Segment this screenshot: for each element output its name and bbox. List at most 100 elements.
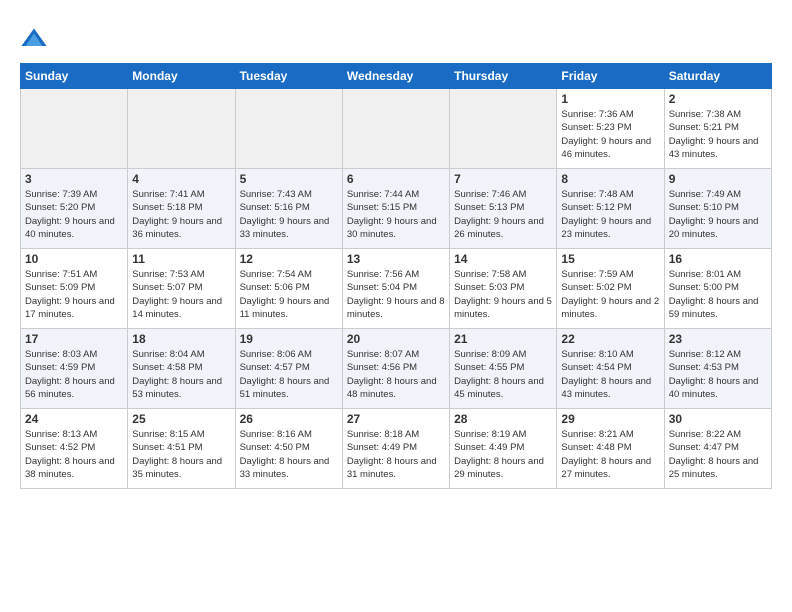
weekday-header-monday: Monday <box>128 64 235 89</box>
day-info: Sunrise: 7:59 AM Sunset: 5:02 PM Dayligh… <box>561 268 659 321</box>
calendar-cell: 22 Sunrise: 8:10 AM Sunset: 4:54 PM Dayli… <box>557 329 664 409</box>
day-info: Sunrise: 8:18 AM Sunset: 4:49 PM Dayligh… <box>347 428 445 481</box>
day-number: 8 <box>561 172 659 186</box>
calendar-week-2: 3 Sunrise: 7:39 AM Sunset: 5:20 PM Daylig… <box>21 169 772 249</box>
calendar-cell: 3 Sunrise: 7:39 AM Sunset: 5:20 PM Daylig… <box>21 169 128 249</box>
calendar-week-4: 17 Sunrise: 8:03 AM Sunset: 4:59 PM Dayli… <box>21 329 772 409</box>
day-number: 29 <box>561 412 659 426</box>
day-info: Sunrise: 8:15 AM Sunset: 4:51 PM Dayligh… <box>132 428 230 481</box>
calendar-cell: 5 Sunrise: 7:43 AM Sunset: 5:16 PM Daylig… <box>235 169 342 249</box>
day-number: 1 <box>561 92 659 106</box>
calendar-cell: 27 Sunrise: 8:18 AM Sunset: 4:49 PM Dayli… <box>342 409 449 489</box>
day-number: 2 <box>669 92 767 106</box>
day-info: Sunrise: 7:39 AM Sunset: 5:20 PM Dayligh… <box>25 188 123 241</box>
day-info: Sunrise: 7:43 AM Sunset: 5:16 PM Dayligh… <box>240 188 338 241</box>
calendar-cell: 25 Sunrise: 8:15 AM Sunset: 4:51 PM Dayli… <box>128 409 235 489</box>
day-number: 3 <box>25 172 123 186</box>
day-number: 9 <box>669 172 767 186</box>
weekday-header-tuesday: Tuesday <box>235 64 342 89</box>
weekday-header-thursday: Thursday <box>450 64 557 89</box>
day-info: Sunrise: 7:58 AM Sunset: 5:03 PM Dayligh… <box>454 268 552 321</box>
day-info: Sunrise: 8:10 AM Sunset: 4:54 PM Dayligh… <box>561 348 659 401</box>
calendar-cell: 12Sunrise: 7:54 AM Sunset: 5:06 PM Dayli… <box>235 249 342 329</box>
calendar-cell: 16 Sunrise: 8:01 AM Sunset: 5:00 PM Dayli… <box>664 249 771 329</box>
day-info: Sunrise: 8:19 AM Sunset: 4:49 PM Dayligh… <box>454 428 552 481</box>
day-number: 4 <box>132 172 230 186</box>
day-info: Sunrise: 7:54 AM Sunset: 5:06 PM Dayligh… <box>240 268 338 321</box>
day-number: 11 <box>132 252 230 266</box>
day-number: 27 <box>347 412 445 426</box>
day-number: 13 <box>347 252 445 266</box>
page-header <box>20 20 772 53</box>
logo-icon <box>20 25 48 53</box>
day-number: 18 <box>132 332 230 346</box>
calendar-week-1: 1 Sunrise: 7:36 AM Sunset: 5:23 PM Daylig… <box>21 89 772 169</box>
day-number: 22 <box>561 332 659 346</box>
calendar-cell <box>235 89 342 169</box>
day-number: 21 <box>454 332 552 346</box>
day-number: 26 <box>240 412 338 426</box>
day-info: Sunrise: 7:38 AM Sunset: 5:21 PM Dayligh… <box>669 108 767 161</box>
day-info: Sunrise: 7:51 AM Sunset: 5:09 PM Dayligh… <box>25 268 123 321</box>
day-number: 19 <box>240 332 338 346</box>
calendar-table: SundayMondayTuesdayWednesdayThursdayFrid… <box>20 63 772 489</box>
day-number: 7 <box>454 172 552 186</box>
day-number: 17 <box>25 332 123 346</box>
calendar-cell: 24 Sunrise: 8:13 AM Sunset: 4:52 PM Dayli… <box>21 409 128 489</box>
calendar-cell: 9 Sunrise: 7:49 AM Sunset: 5:10 PM Daylig… <box>664 169 771 249</box>
calendar-cell <box>21 89 128 169</box>
day-info: Sunrise: 7:48 AM Sunset: 5:12 PM Dayligh… <box>561 188 659 241</box>
day-info: Sunrise: 7:36 AM Sunset: 5:23 PM Dayligh… <box>561 108 659 161</box>
calendar-cell <box>450 89 557 169</box>
logo <box>20 25 52 53</box>
day-number: 28 <box>454 412 552 426</box>
day-info: Sunrise: 7:44 AM Sunset: 5:15 PM Dayligh… <box>347 188 445 241</box>
day-info: Sunrise: 8:01 AM Sunset: 5:00 PM Dayligh… <box>669 268 767 321</box>
day-number: 30 <box>669 412 767 426</box>
calendar-cell: 15 Sunrise: 7:59 AM Sunset: 5:02 PM Dayli… <box>557 249 664 329</box>
day-info: Sunrise: 8:07 AM Sunset: 4:56 PM Dayligh… <box>347 348 445 401</box>
calendar-cell: 18 Sunrise: 8:04 AM Sunset: 4:58 PM Dayli… <box>128 329 235 409</box>
weekday-header-row: SundayMondayTuesdayWednesdayThursdayFrid… <box>21 64 772 89</box>
weekday-header-saturday: Saturday <box>664 64 771 89</box>
day-info: Sunrise: 8:04 AM Sunset: 4:58 PM Dayligh… <box>132 348 230 401</box>
calendar-cell: 8 Sunrise: 7:48 AM Sunset: 5:12 PM Daylig… <box>557 169 664 249</box>
calendar-cell: 7 Sunrise: 7:46 AM Sunset: 5:13 PM Daylig… <box>450 169 557 249</box>
calendar-cell: 30 Sunrise: 8:22 AM Sunset: 4:47 PM Dayli… <box>664 409 771 489</box>
day-info: Sunrise: 8:22 AM Sunset: 4:47 PM Dayligh… <box>669 428 767 481</box>
weekday-header-wednesday: Wednesday <box>342 64 449 89</box>
day-info: Sunrise: 8:03 AM Sunset: 4:59 PM Dayligh… <box>25 348 123 401</box>
calendar-cell: 14 Sunrise: 7:58 AM Sunset: 5:03 PM Dayli… <box>450 249 557 329</box>
day-info: Sunrise: 7:49 AM Sunset: 5:10 PM Dayligh… <box>669 188 767 241</box>
calendar-cell: 26Sunrise: 8:16 AM Sunset: 4:50 PM Dayli… <box>235 409 342 489</box>
calendar-cell: 10 Sunrise: 7:51 AM Sunset: 5:09 PM Dayli… <box>21 249 128 329</box>
calendar-cell: 17 Sunrise: 8:03 AM Sunset: 4:59 PM Dayli… <box>21 329 128 409</box>
day-info: Sunrise: 7:46 AM Sunset: 5:13 PM Dayligh… <box>454 188 552 241</box>
day-number: 5 <box>240 172 338 186</box>
calendar-cell <box>342 89 449 169</box>
day-number: 20 <box>347 332 445 346</box>
calendar-cell: 13 Sunrise: 7:56 AM Sunset: 5:04 PM Dayli… <box>342 249 449 329</box>
calendar-cell: 28 Sunrise: 8:19 AM Sunset: 4:49 PM Dayli… <box>450 409 557 489</box>
day-number: 14 <box>454 252 552 266</box>
day-info: Sunrise: 8:13 AM Sunset: 4:52 PM Dayligh… <box>25 428 123 481</box>
calendar-cell: 29 Sunrise: 8:21 AM Sunset: 4:48 PM Dayli… <box>557 409 664 489</box>
day-number: 25 <box>132 412 230 426</box>
day-info: Sunrise: 7:53 AM Sunset: 5:07 PM Dayligh… <box>132 268 230 321</box>
calendar-cell: 23Sunrise: 8:12 AM Sunset: 4:53 PM Dayli… <box>664 329 771 409</box>
day-info: Sunrise: 7:56 AM Sunset: 5:04 PM Dayligh… <box>347 268 445 321</box>
calendar-cell: 11 Sunrise: 7:53 AM Sunset: 5:07 PM Dayli… <box>128 249 235 329</box>
day-number: 16 <box>669 252 767 266</box>
calendar-cell <box>128 89 235 169</box>
day-number: 23 <box>669 332 767 346</box>
day-info: Sunrise: 8:21 AM Sunset: 4:48 PM Dayligh… <box>561 428 659 481</box>
weekday-header-friday: Friday <box>557 64 664 89</box>
day-number: 10 <box>25 252 123 266</box>
day-info: Sunrise: 8:09 AM Sunset: 4:55 PM Dayligh… <box>454 348 552 401</box>
day-info: Sunrise: 8:06 AM Sunset: 4:57 PM Dayligh… <box>240 348 338 401</box>
day-number: 24 <box>25 412 123 426</box>
day-info: Sunrise: 7:41 AM Sunset: 5:18 PM Dayligh… <box>132 188 230 241</box>
day-number: 15 <box>561 252 659 266</box>
calendar-cell: 20 Sunrise: 8:07 AM Sunset: 4:56 PM Dayli… <box>342 329 449 409</box>
calendar-cell: 1 Sunrise: 7:36 AM Sunset: 5:23 PM Daylig… <box>557 89 664 169</box>
